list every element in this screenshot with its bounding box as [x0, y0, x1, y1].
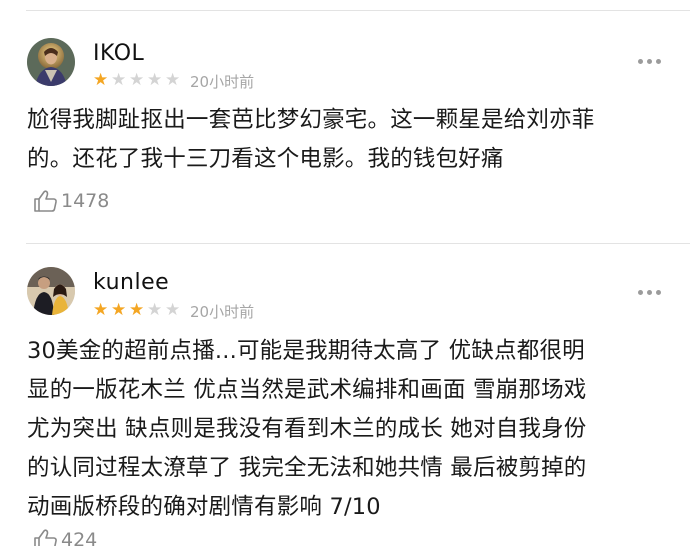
like-count: 1478 [61, 190, 110, 212]
avatar[interactable] [27, 38, 75, 86]
review-line: 动画版桥段的确对剧情有影响 7/10 [27, 494, 381, 520]
reviews-page: IKOL ★ ★ ★ ★ ★ 20小时前 尬得我脚趾抠出一套芭比梦幻豪宅。这一颗… [0, 0, 690, 546]
like-button[interactable]: 424 [33, 528, 97, 546]
portrait-avatar-icon [27, 38, 75, 86]
star-rating: ★ ★ ★ ★ ★ [93, 302, 182, 320]
more-dots-icon[interactable] [638, 56, 668, 66]
username[interactable]: kunlee [93, 270, 169, 296]
review-line: 尤为突出 缺点则是我没有看到木兰的成长 她对自我身份 [27, 416, 587, 442]
star-icon: ★ [147, 300, 163, 320]
avatar[interactable] [27, 267, 75, 315]
top-divider [26, 10, 690, 11]
star-icon: ★ [111, 300, 127, 320]
thumbs-up-icon [34, 529, 57, 546]
review-line: 30美金的超前点播...可能是我期待太高了 优缺点都很明 [27, 338, 585, 364]
photo-avatar-icon [27, 267, 75, 315]
star-icon: ★ [129, 300, 145, 320]
star-icon: ★ [111, 70, 127, 90]
more-dots-icon[interactable] [638, 287, 668, 297]
star-icon: ★ [129, 70, 145, 90]
star-icon: ★ [165, 70, 181, 90]
timestamp: 20小时前 [190, 73, 255, 91]
review-divider [26, 243, 690, 244]
star-icon: ★ [93, 70, 109, 90]
review-line: 显的一版花木兰 优点当然是武术编排和画面 雪崩那场戏 [27, 377, 587, 403]
star-rating: ★ ★ ★ ★ ★ [93, 72, 182, 90]
review-text: 尬得我脚趾抠出一套芭比梦幻豪宅。这一颗星是给刘亦菲 的。还花了我十三刀看这个电影… [27, 101, 667, 179]
review-line: 的认同过程太潦草了 我完全无法和她共情 最后被剪掉的 [27, 455, 587, 481]
review-text: 30美金的超前点播...可能是我期待太高了 优缺点都很明 显的一版花木兰 优点当… [27, 332, 667, 527]
review-line: 的。还花了我十三刀看这个电影。我的钱包好痛 [27, 146, 504, 172]
review-line: 尬得我脚趾抠出一套芭比梦幻豪宅。这一颗星是给刘亦菲 [27, 107, 595, 133]
like-count: 424 [61, 529, 98, 546]
star-icon: ★ [147, 70, 163, 90]
timestamp: 20小时前 [190, 303, 255, 321]
star-icon: ★ [165, 300, 181, 320]
thumbs-up-icon [34, 190, 57, 212]
username[interactable]: IKOL [93, 41, 144, 67]
star-icon: ★ [93, 300, 109, 320]
like-button[interactable]: 1478 [33, 189, 109, 213]
